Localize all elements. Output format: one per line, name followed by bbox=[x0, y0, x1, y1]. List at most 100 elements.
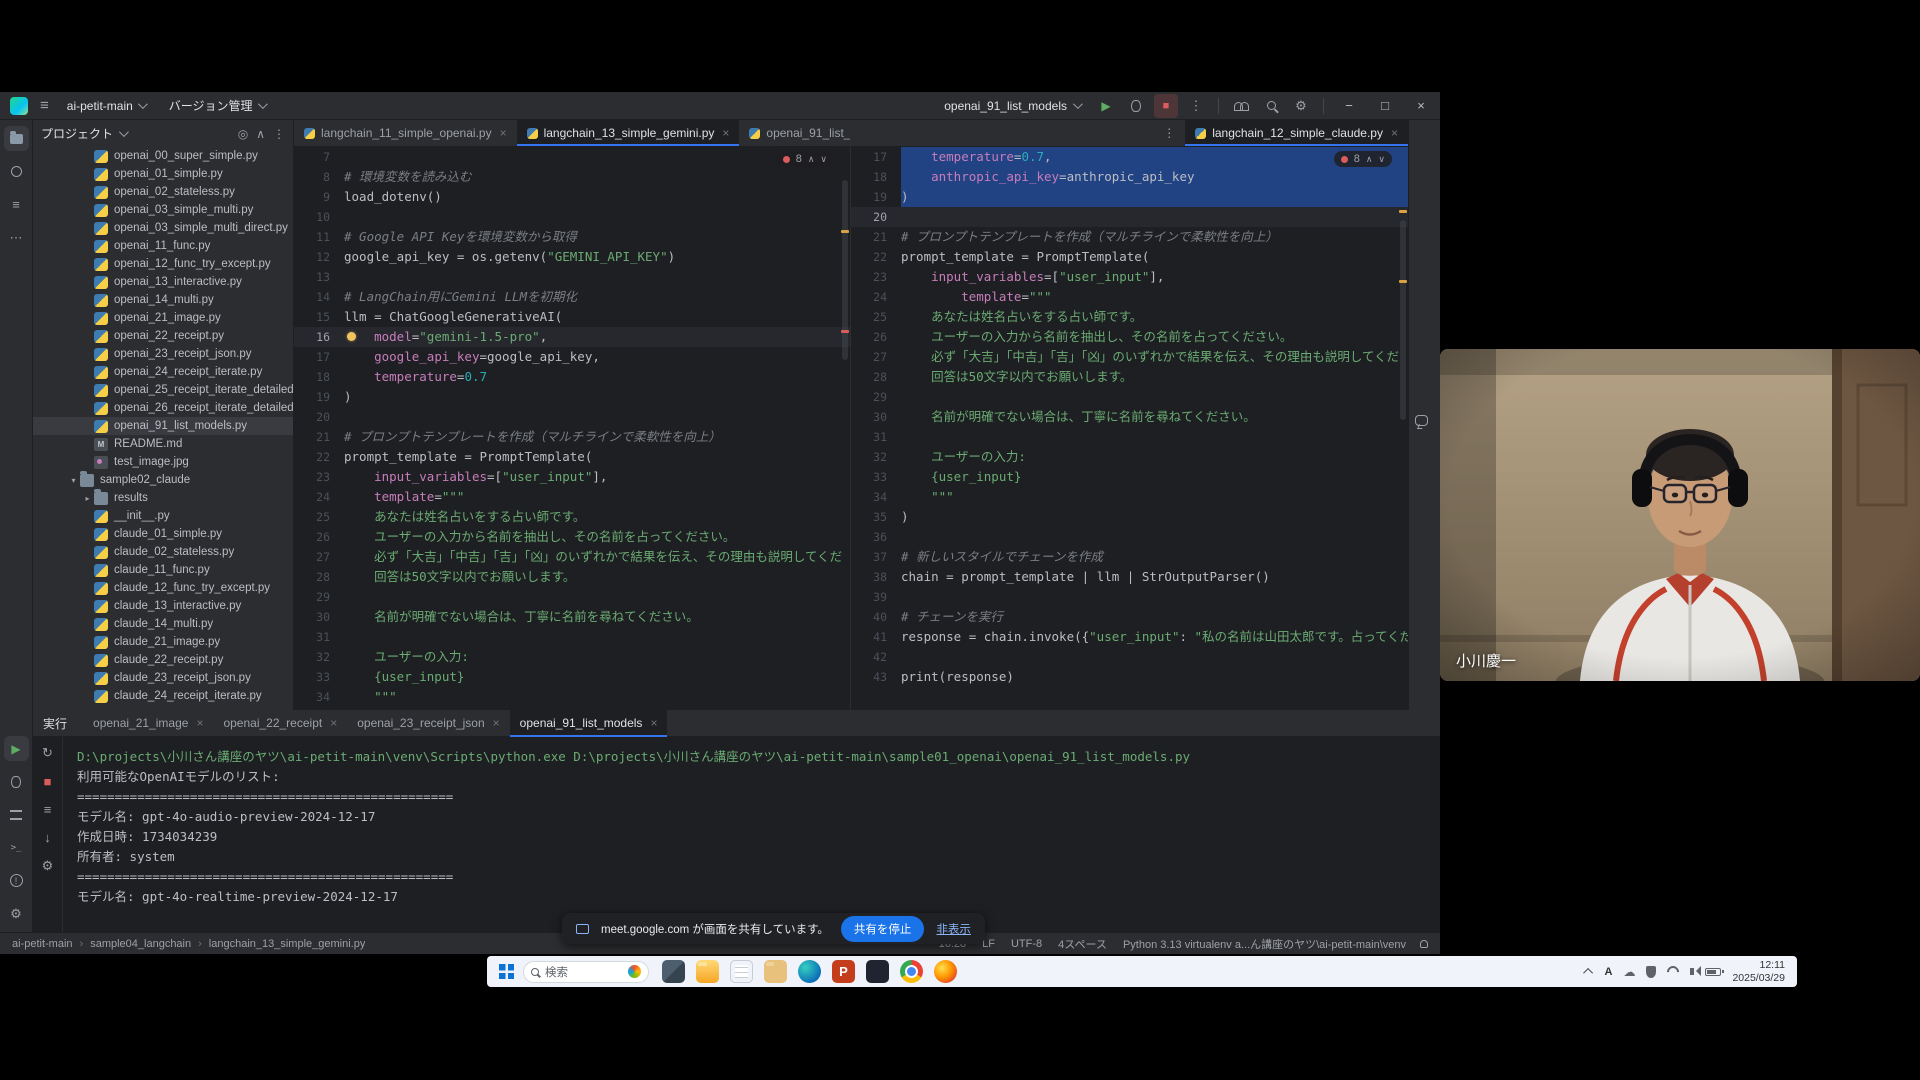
tree-item-claude_02_stateless.py[interactable]: claude_02_stateless.py bbox=[33, 543, 293, 561]
tree-item-README.md[interactable]: README.md bbox=[33, 435, 293, 453]
statusbar-widget[interactable]: Python 3.13 virtualenv a...ん講座のヤツ\ai-pet… bbox=[1123, 936, 1406, 952]
tree-item-openai_11_func.py[interactable]: openai_11_func.py bbox=[33, 237, 293, 255]
code-line-26[interactable]: 26 ユーザーの入力から名前を抽出し、その名前を占ってください。 bbox=[294, 527, 850, 547]
code-line-25[interactable]: 25 あなたは姓名占いをする占い師です。 bbox=[851, 307, 1408, 327]
code-line-8[interactable]: 8# 環境変数を読み込む bbox=[294, 167, 850, 187]
code-line-41[interactable]: 41response = chain.invoke({"user_input":… bbox=[851, 627, 1408, 647]
code-line-11[interactable]: 11# Google API Keyを環境変数から取得 bbox=[294, 227, 850, 247]
tree-item-claude_22_receipt.py[interactable]: claude_22_receipt.py bbox=[33, 651, 293, 669]
inspections-widget[interactable]: 8 ∧ ∨ bbox=[1334, 151, 1392, 167]
tree-item-openai_21_image.py[interactable]: openai_21_image.py bbox=[33, 309, 293, 327]
battery-icon[interactable] bbox=[1705, 968, 1721, 976]
taskbar-clock[interactable]: 12:11 2025/03/29 bbox=[1732, 959, 1785, 984]
next-problem-icon[interactable]: ∨ bbox=[1378, 154, 1385, 165]
code-line-32[interactable]: 32 ユーザーの入力: bbox=[851, 447, 1408, 467]
code-line-33[interactable]: 33 {user_input} bbox=[851, 467, 1408, 487]
code-line-34[interactable]: 34 """ bbox=[294, 687, 850, 707]
code-with-me-icon[interactable] bbox=[1229, 94, 1253, 118]
code-line-27[interactable]: 27 必ず「大吉」「中吉」「吉」「凶」のいずれかで結果を伝え、その理由も説明して… bbox=[294, 547, 850, 567]
inspections-widget[interactable]: 8 ∧ ∨ bbox=[776, 151, 834, 167]
folder-icon[interactable] bbox=[764, 960, 787, 983]
more-run-actions-icon[interactable]: ⋮ bbox=[1184, 94, 1208, 118]
scroll-to-end-icon[interactable]: ↓ bbox=[44, 830, 51, 845]
tree-item-sample02_claude[interactable]: ▾sample02_claude bbox=[33, 471, 293, 489]
code-line-35[interactable]: 35) bbox=[851, 507, 1408, 527]
scrollbar[interactable] bbox=[842, 180, 848, 360]
code-line-13[interactable]: 13 bbox=[294, 267, 850, 287]
start-button[interactable] bbox=[499, 964, 514, 979]
copilot-icon[interactable] bbox=[628, 965, 641, 978]
code-line-14[interactable]: 14# LangChain用にGemini LLMを初期化 bbox=[294, 287, 850, 307]
folder-chevron-icon[interactable]: ▸ bbox=[81, 494, 94, 503]
editor-claude[interactable]: 17 temperature=0.7,18 anthropic_api_key=… bbox=[851, 147, 1408, 710]
taskbar-search[interactable]: 検索 bbox=[523, 961, 649, 983]
run-tab-openai_23_receipt_json[interactable]: openai_23_receipt_json× bbox=[347, 710, 509, 737]
run-tool-icon[interactable]: ▶ bbox=[4, 736, 29, 761]
python-packages-tool-icon[interactable] bbox=[4, 802, 29, 827]
code-line-37[interactable]: 37# 新しいスタイルでチェーンを作成 bbox=[851, 547, 1408, 567]
code-line-23[interactable]: 23 input_variables=["user_input"], bbox=[294, 467, 850, 487]
code-line-23[interactable]: 23 input_variables=["user_input"], bbox=[851, 267, 1408, 287]
stop-button[interactable]: ■ bbox=[1154, 94, 1178, 118]
run-button[interactable]: ▶ bbox=[1094, 94, 1118, 118]
code-line-17[interactable]: 17 google_api_key=google_api_key, bbox=[294, 347, 850, 367]
code-line-32[interactable]: 32 ユーザーの入力: bbox=[294, 647, 850, 667]
code-line-33[interactable]: 33 {user_input} bbox=[294, 667, 850, 687]
code-line-15[interactable]: 15llm = ChatGoogleGenerativeAI( bbox=[294, 307, 850, 327]
breadcrumb-item[interactable]: sample04_langchain bbox=[90, 938, 191, 950]
rerun-icon[interactable]: ↻ bbox=[42, 745, 53, 761]
close-tab-icon[interactable]: × bbox=[493, 716, 500, 730]
tray-expand-icon[interactable] bbox=[1584, 968, 1594, 978]
code-line-42[interactable]: 42 bbox=[851, 647, 1408, 667]
code-line-10[interactable]: 10 bbox=[294, 207, 850, 227]
hide-share-bar-link[interactable]: 非表示 bbox=[936, 921, 971, 937]
folder-chevron-icon[interactable]: ▾ bbox=[67, 476, 80, 485]
firefox-icon[interactable] bbox=[934, 960, 957, 983]
code-line-39[interactable]: 39 bbox=[851, 587, 1408, 607]
debug-tool-icon[interactable] bbox=[4, 769, 29, 794]
breadcrumb-item[interactable]: ai-petit-main bbox=[12, 938, 73, 950]
chevron-down-icon[interactable] bbox=[119, 127, 129, 137]
terminal-app-icon[interactable] bbox=[866, 960, 889, 983]
tree-item-claude_13_interactive.py[interactable]: claude_13_interactive.py bbox=[33, 597, 293, 615]
pycharm-logo-icon[interactable] bbox=[10, 97, 28, 115]
problems-tool-icon[interactable]: ! bbox=[4, 868, 29, 893]
close-button[interactable]: × bbox=[1406, 93, 1436, 119]
code-line-29[interactable]: 29 bbox=[851, 387, 1408, 407]
volume-icon[interactable] bbox=[1690, 968, 1694, 975]
tree-item-openai_01_simple.py[interactable]: openai_01_simple.py bbox=[33, 165, 293, 183]
tree-item-openai_00_super_simple.py[interactable]: openai_00_super_simple.py bbox=[33, 147, 293, 165]
file-explorer-icon[interactable] bbox=[696, 960, 719, 983]
code-line-7[interactable]: 7 bbox=[294, 147, 850, 167]
code-line-18[interactable]: 18 anthropic_api_key=anthropic_api_key bbox=[851, 167, 1408, 187]
close-tab-icon[interactable]: × bbox=[1391, 126, 1398, 140]
console-settings-icon[interactable]: ⚙ bbox=[42, 858, 54, 874]
chrome-icon[interactable] bbox=[900, 960, 923, 983]
collapse-all-icon[interactable]: ∧ bbox=[256, 127, 265, 141]
editor-tab-openai_91_list_models.py[interactable]: openai_91_list_models.py× bbox=[739, 120, 851, 146]
code-line-38[interactable]: 38chain = prompt_template | llm | StrOut… bbox=[851, 567, 1408, 587]
code-line-19[interactable]: 19) bbox=[294, 387, 850, 407]
tree-item-openai_12_func_try_except.py[interactable]: openai_12_func_try_except.py bbox=[33, 255, 293, 273]
search-everywhere-icon[interactable] bbox=[1259, 94, 1283, 118]
panel-options-icon[interactable]: ⋮ bbox=[273, 127, 285, 141]
editor-gemini[interactable]: 78# 環境変数を読み込む9load_dotenv()1011# Google … bbox=[294, 147, 850, 710]
onedrive-icon[interactable]: ☁ bbox=[1623, 965, 1635, 979]
tree-item-claude_01_simple.py[interactable]: claude_01_simple.py bbox=[33, 525, 293, 543]
code-line-20[interactable]: 20 bbox=[294, 407, 850, 427]
stop-sharing-button[interactable]: 共有を停止 bbox=[841, 916, 925, 942]
code-line-20[interactable]: 20 bbox=[851, 207, 1408, 227]
statusbar-widget[interactable]: 4スペース bbox=[1058, 936, 1107, 952]
tab-options-icon[interactable]: ⋮ bbox=[1153, 120, 1185, 146]
task-view-icon[interactable] bbox=[662, 960, 685, 983]
stop-icon[interactable]: ■ bbox=[44, 774, 52, 789]
tree-item-claude_21_image.py[interactable]: claude_21_image.py bbox=[33, 633, 293, 651]
editor-tab-langchain_11_simple_openai.py[interactable]: langchain_11_simple_openai.py× bbox=[294, 120, 517, 146]
editor-tab-langchain_13_simple_gemini.py[interactable]: langchain_13_simple_gemini.py× bbox=[517, 120, 740, 146]
tree-item-claude_11_func.py[interactable]: claude_11_func.py bbox=[33, 561, 293, 579]
tree-item-openai_02_stateless.py[interactable]: openai_02_stateless.py bbox=[33, 183, 293, 201]
code-line-24[interactable]: 24 template=""" bbox=[294, 487, 850, 507]
code-line-9[interactable]: 9load_dotenv() bbox=[294, 187, 850, 207]
tree-item-openai_03_simple_multi_direct.py[interactable]: openai_03_simple_multi_direct.py bbox=[33, 219, 293, 237]
tree-item-openai_25_receipt_iterate_detailed.py[interactable]: openai_25_receipt_iterate_detailed.py bbox=[33, 381, 293, 399]
